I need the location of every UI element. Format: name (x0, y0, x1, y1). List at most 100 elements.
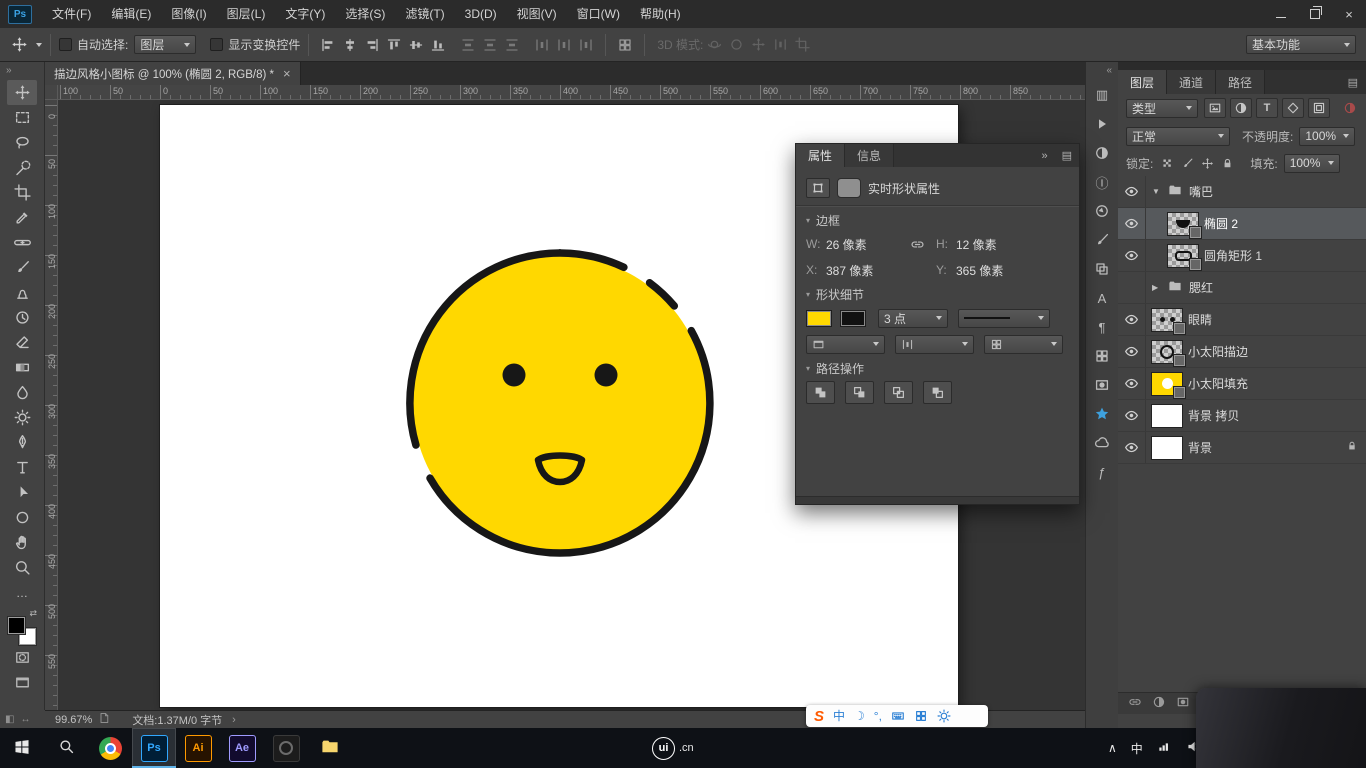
filter-type-text-icon[interactable]: T (1256, 98, 1278, 118)
ellipse-tool[interactable] (7, 505, 37, 530)
filter-type-icon[interactable] (1204, 98, 1226, 118)
taskbar-app-after-effects[interactable]: Ae (220, 728, 264, 768)
menu-edit[interactable]: 编辑(E) (101, 0, 161, 28)
layer-name[interactable]: 小太阳填充 (1188, 375, 1248, 392)
layer-row[interactable]: ▶ 腮红 (1118, 272, 1366, 304)
layer-thumbnail[interactable] (1168, 245, 1198, 267)
3d-ellipse-icon[interactable] (725, 34, 747, 56)
tab-close-icon[interactable]: × (283, 67, 291, 80)
panel-menu-icon[interactable]: ▤ (1055, 144, 1079, 167)
stroke-type-combo[interactable] (958, 309, 1050, 328)
layer-thumbnail[interactable] (1152, 373, 1182, 395)
lock-all-icon[interactable] (1219, 155, 1236, 171)
swatches-panel-icon[interactable] (1089, 344, 1115, 368)
section-bounds[interactable]: ▾边框 (806, 209, 1069, 231)
styles-panel-icon[interactable] (1089, 402, 1115, 426)
ime-fullwidth-toggle[interactable]: ☽ (854, 710, 865, 722)
distribute-icon[interactable] (553, 34, 575, 56)
layer-thumbnail[interactable] (1152, 437, 1182, 459)
3d-orbit-icon[interactable] (703, 34, 725, 56)
distribute-icon[interactable] (575, 34, 597, 56)
layer-name[interactable]: 圆角矩形 1 (1204, 247, 1262, 264)
align-icon[interactable] (383, 34, 405, 56)
quick-selection-tool[interactable] (7, 155, 37, 180)
align-icon[interactable] (427, 34, 449, 56)
taskbar-app-photoshop[interactable]: Ps (132, 728, 176, 768)
menu-layer[interactable]: 图层(L) (217, 0, 276, 28)
add-mask-icon[interactable] (1176, 695, 1190, 712)
blur-tool[interactable] (7, 380, 37, 405)
brush-panel-icon[interactable] (1089, 228, 1115, 252)
zoom-level-field[interactable]: 99.67% (49, 714, 98, 726)
3d-crop-icon[interactable] (791, 34, 813, 56)
3d-distH-icon[interactable] (769, 34, 791, 56)
shape-properties-icon[interactable] (806, 178, 830, 198)
ime-soft-keyboard[interactable] (891, 709, 905, 723)
adjustments-panel-icon[interactable] (1089, 141, 1115, 165)
layer-thumbnail[interactable] (1152, 341, 1182, 363)
distribute-icon[interactable] (479, 34, 501, 56)
intersect-shapes-button[interactable] (884, 381, 913, 404)
document-tab[interactable]: 描边风格小图标 @ 100% (椭圆 2, RGB/8) * × (45, 62, 301, 85)
layer-name[interactable]: 小太阳描边 (1188, 343, 1248, 360)
layer-name[interactable]: 腮红 (1189, 279, 1213, 296)
ime-skin[interactable] (914, 709, 928, 723)
blend-mode-combo[interactable]: 正常 (1126, 127, 1230, 146)
restore-button[interactable] (1298, 0, 1332, 28)
libraries-panel-icon[interactable] (1089, 431, 1115, 455)
gradient-tool[interactable] (7, 355, 37, 380)
clone-stamp-tool[interactable] (7, 280, 37, 305)
fx-panel-icon[interactable]: ƒ (1089, 460, 1115, 484)
auto-select-target-combo[interactable]: 图层 (134, 35, 196, 54)
zoom-tool[interactable] (7, 555, 37, 580)
menu-image[interactable]: 图像(I) (161, 0, 216, 28)
ruler-origin-corner[interactable] (45, 85, 58, 100)
start-button[interactable] (0, 728, 44, 768)
fill-combo[interactable]: 100% (1284, 154, 1340, 173)
combine-shapes-button[interactable] (806, 381, 835, 404)
eraser-tool[interactable] (7, 330, 37, 355)
layer-row[interactable]: 背景 (1118, 432, 1366, 464)
taskbar-app-unknown[interactable] (264, 728, 308, 768)
spot-healing-brush-tool[interactable] (7, 230, 37, 255)
panel-resize-grip[interactable] (796, 496, 1079, 504)
expand-panels-icon[interactable]: « (1086, 62, 1118, 78)
menu-filter[interactable]: 滤镜(T) (395, 0, 454, 28)
masks-panel-icon[interactable] (1089, 373, 1115, 397)
ime-chinese-english-toggle[interactable]: 中 (833, 710, 845, 722)
link-layers-icon[interactable] (1128, 695, 1142, 712)
adjustment-layer-icon[interactable] (1152, 695, 1166, 712)
color-chips[interactable]: ⇄ (8, 617, 36, 645)
eyedropper-tool[interactable] (7, 205, 37, 230)
layer-name[interactable]: 背景 拷贝 (1188, 407, 1239, 424)
sogou-logo-icon[interactable]: S (814, 708, 824, 725)
distribute-icon[interactable] (457, 34, 479, 56)
panel-collapse-icon[interactable]: » (1034, 144, 1054, 167)
layer-thumbnail[interactable] (1152, 309, 1182, 331)
vertical-ruler[interactable]: 050100150200250300350400450500550 (45, 100, 58, 710)
layer-visibility-toggle[interactable] (1118, 304, 1146, 335)
layer-thumbnail[interactable] (1168, 213, 1198, 235)
menu-3d[interactable]: 3D(D) (455, 0, 507, 28)
current-tool-icon[interactable] (8, 34, 30, 56)
hand-tool[interactable] (7, 530, 37, 555)
layer-row[interactable]: 眼睛 (1118, 304, 1366, 336)
opacity-combo[interactable]: 100% (1299, 127, 1355, 146)
paragraph-panel-icon[interactable]: ¶ (1089, 315, 1115, 339)
tab-paths[interactable]: 路径 (1216, 70, 1265, 94)
distribute-icon[interactable] (501, 34, 523, 56)
layer-visibility-toggle[interactable] (1118, 176, 1146, 207)
lock-position-icon[interactable] (1199, 155, 1216, 171)
menu-select[interactable]: 选择(S) (335, 0, 395, 28)
filter-kind-combo[interactable]: 类型 (1126, 99, 1198, 118)
pen-tool[interactable] (7, 430, 37, 455)
quick-mask-icon[interactable] (7, 645, 37, 670)
type-tool[interactable] (7, 455, 37, 480)
layer-row[interactable]: 圆角矩形 1 (1118, 240, 1366, 272)
stroke-width-combo[interactable]: 3 点 (878, 309, 948, 328)
menu-type[interactable]: 文字(Y) (275, 0, 335, 28)
3d-move-icon[interactable] (747, 34, 769, 56)
character-panel-icon[interactable]: A (1089, 286, 1115, 310)
align-icon[interactable] (339, 34, 361, 56)
group-disclosure-icon[interactable]: ▶ (1152, 283, 1161, 292)
